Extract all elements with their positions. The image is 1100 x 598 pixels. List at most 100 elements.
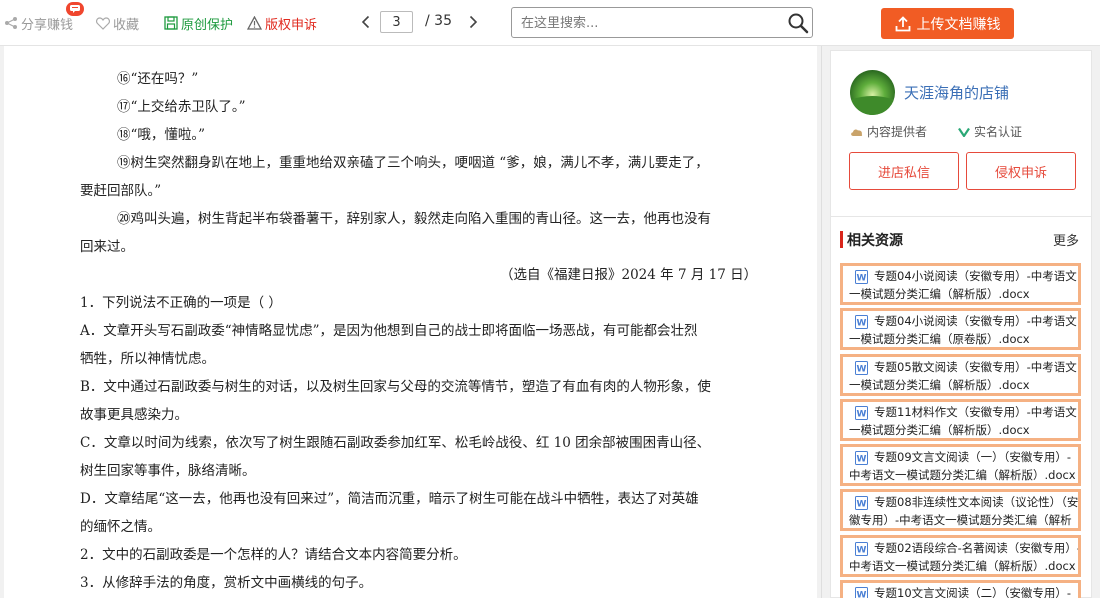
word-doc-icon: W [855,405,868,420]
search-box [511,7,813,38]
svg-text:W: W [857,364,867,374]
copyright-report-button[interactable]: 版权申诉 [247,13,317,33]
provider-label: 内容提供者 [867,125,928,139]
doc-option: C．文章以时间为线索，依次写了树生跟随石副政委参加红军、松毛岭战役、红 10 团… [80,435,711,451]
doc-question: 3．从修辞手法的角度，赏析文中画横线的句子。 [80,575,373,591]
related-item[interactable]: W 专题09文言文阅读（一）（安徽专用）- 中考语文一模试题分类汇编（解析版）.… [840,444,1081,487]
content-provider-tag: 内容提供者 [850,123,927,140]
svg-text:W: W [857,274,867,284]
infringement-report-button[interactable]: 侵权申诉 [966,152,1076,190]
doc-option: B．文中通过石副政委与树生的对话，以及树生回家与父母的交流等情节，塑造了有血有肉… [80,379,711,395]
related-item[interactable]: W 专题08非连续性文本阅读（议论性）（安 徽专用）-中考语文一模试题分类汇编（… [840,489,1081,532]
top-toolbar: 分享赚钱 收藏 原创保护 版权申诉 / 35 上传文档赚钱 [0,0,1100,46]
svg-text:W: W [857,545,867,555]
total-pages: / 35 [425,13,452,29]
save-icon [164,16,178,30]
related-item[interactable]: W 专题02语段综合-名著阅读（安徽专用）- 中考语文一模试题分类汇编（解析版）… [840,534,1081,577]
doc-line: ⑳鸡叫头遍，树生背起半布袋番薯干，辞别家人，毅然走向陷入重围的青山径。这一去，他… [117,211,711,227]
original-protection-button[interactable]: 原创保护 [164,13,233,33]
original-protection-label: 原创保护 [181,17,234,33]
related-item[interactable]: W 专题04小说阅读（安徽专用）-中考语文 一模试题分类汇编（解析版）.docx [840,263,1081,305]
doc-option: A．文章开头写石副政委“神情略显忧虑”，是因为他想到自己的战士即将面临一场恶战，… [80,323,698,339]
related-item-line2: 一模试题分类汇编（解析版）.docx [849,287,1030,301]
related-item-line1: 专题11材料作文（安徽专用）-中考语文 [874,404,1077,419]
chevron-right-icon [469,15,477,29]
shop-message-button[interactable]: 进店私信 [849,152,959,190]
share-icon [5,17,17,29]
related-item[interactable]: W 专题11材料作文（安徽专用）-中考语文 一模试题分类汇编（解析版）.docx [840,398,1081,441]
doc-line: 回来过。 [80,239,134,255]
word-doc-icon: W [855,541,868,556]
related-item-line1: 专题02语段综合-名著阅读（安徽专用）- [874,540,1081,555]
chat-bubble-icon [66,2,84,16]
doc-source-line: （选自《福建日报》2024 年 7 月 17 日） [500,267,758,283]
related-item-line2: 中考语文一模试题分类汇编（解析版）.docx [849,468,1076,483]
related-item-line2: 一模试题分类汇编（解析版）.docx [849,377,1030,392]
share-label: 分享赚钱 [21,17,74,33]
related-item-line2: 徽专用）-中考语文一模试题分类汇编（解析 [849,513,1072,528]
doc-line: ⑱“哦，懂啦。” [117,127,206,143]
related-resources-panel: 相关资源 更多 W 专题04小说阅读（安徽专用）-中考语文 一模试题分类汇编（解… [830,216,1092,598]
related-item-line1: 专题09文言文阅读（一）（安徽专用）- [874,450,1072,465]
share-button[interactable]: 分享赚钱 [4,13,73,33]
doc-option: 的缅怀之情。 [80,519,161,535]
doc-line: ⑲树生突然翻身趴在地上，重重地给双亲磕了三个响头，哽咽道 “爹，娘，满儿不孝，满… [117,155,709,171]
favorite-button[interactable]: 收藏 [96,13,139,33]
upload-document-button[interactable]: 上传文档赚钱 [881,8,1014,39]
sidebar: 天涯海角的店铺 内容提供者 实名认证 进店私信 侵权申诉 相关资源 更多 W 专… [821,46,1100,598]
avatar[interactable] [850,70,895,115]
doc-option: 树生回家等事件，脉络清晰。 [80,463,256,479]
word-doc-icon: W [855,315,868,330]
section-marker [840,231,843,248]
word-doc-icon: W [855,270,868,284]
doc-option: D．文章结尾“这一去，他再也没有回来过”，简洁而沉重，暗示了树生可能在战斗中牺牲… [80,491,699,507]
svg-text:W: W [857,500,867,510]
word-doc-icon: W [855,587,868,598]
related-item-line1: 专题08非连续性文本阅读（议论性）（安 [874,495,1079,510]
doc-question: 1．下列说法不正确的一项是（ ） [80,295,282,311]
related-item-line2: 中考语文一模试题分类汇编（解析版）.docx [849,558,1076,573]
favorite-label: 收藏 [113,17,140,33]
previous-page-button[interactable] [358,12,372,32]
shop-name-link[interactable]: 天涯海角的店铺 [904,82,1009,103]
cloud-icon [851,128,863,136]
search-icon[interactable] [787,12,809,34]
more-link[interactable]: 更多 [1053,230,1079,249]
page-number-input[interactable] [380,11,413,33]
doc-line: 要赶回部队。” [80,183,162,199]
warning-icon [247,16,262,30]
copyright-report-label: 版权申诉 [265,17,318,33]
word-doc-icon: W [855,360,868,375]
related-item[interactable]: W 专题10文言文阅读（二）（安徽专用）- [840,580,1081,598]
related-title: 相关资源 [847,233,903,249]
related-item-line1: 专题10文言文阅读（二）（安徽专用）- [874,586,1072,598]
svg-text:W: W [857,455,867,465]
related-item-line1: 专题05散文阅读（安徽专用）-中考语文 [874,359,1077,374]
shop-avatar-icon [850,70,895,115]
related-item-line2: 一模试题分类汇编（解析版）.docx [849,422,1030,437]
svg-text:W: W [857,319,867,329]
word-doc-icon: W [855,451,868,466]
verified-tag: 实名认证 [958,123,1022,140]
related-item[interactable]: W 专题05散文阅读（安徽专用）-中考语文 一模试题分类汇编（解析版）.docx [840,353,1081,396]
word-doc-icon: W [855,496,868,511]
upload-icon [895,15,910,31]
next-page-button[interactable] [466,12,480,32]
chevron-left-icon [361,15,369,29]
svg-text:W: W [857,409,867,419]
related-item-line1: 专题04小说阅读（安徽专用）-中考语文 [874,269,1077,283]
related-item-line1: 专题04小说阅读（安徽专用）-中考语文 [874,314,1077,329]
doc-option: 故事更具感染力。 [80,407,188,423]
doc-question: 2．文中的石副政委是一个怎样的人？请结合文本内容简要分析。 [80,547,467,563]
verified-label: 实名认证 [974,125,1023,139]
related-item[interactable]: W 专题04小说阅读（安徽专用）-中考语文 一模试题分类汇编（原卷版）.docx [840,308,1081,351]
verified-check-icon [958,127,970,137]
doc-line: ⑰“上交给赤卫队了。” [117,99,246,115]
upload-label: 上传文档赚钱 [916,16,1001,33]
doc-option: 牺牲，所以神情忧虑。 [80,351,215,367]
search-input[interactable] [521,14,781,32]
related-list: W 专题04小说阅读（安徽专用）-中考语文 一模试题分类汇编（解析版）.docx… [840,263,1081,598]
doc-line: ⑯“还在吗？” [117,71,199,87]
heart-icon [96,16,110,30]
svg-text:W: W [857,591,867,598]
